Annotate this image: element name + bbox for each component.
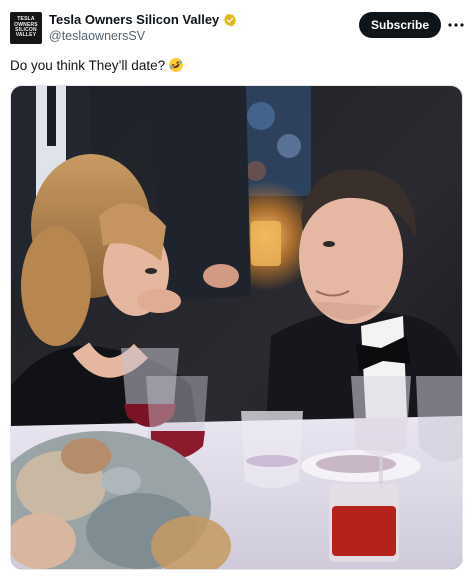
rolling-on-floor-laughing-emoji-icon: [168, 57, 184, 73]
verified-badge-icon: [223, 13, 237, 27]
tweet-post: TESLA OWNERS SILICON VALLEY Tesla Owners…: [0, 0, 473, 582]
avatar-logo-text: TESLA OWNERS SILICON VALLEY: [14, 16, 38, 39]
more-options-icon[interactable]: [447, 16, 465, 34]
author-handle[interactable]: @teslaownersSV: [49, 29, 145, 43]
subscribe-button[interactable]: Subscribe: [359, 12, 441, 38]
tweet-text: Do you think They’ll date?: [10, 57, 166, 73]
author-display-name[interactable]: Tesla Owners Silicon Valley: [49, 12, 219, 27]
avatar[interactable]: TESLA OWNERS SILICON VALLEY: [10, 12, 42, 44]
post-photo[interactable]: [10, 85, 463, 570]
tweet-text-row: Do you think They’ll date?: [10, 57, 184, 73]
author-name-row: Tesla Owners Silicon Valley: [49, 12, 237, 27]
